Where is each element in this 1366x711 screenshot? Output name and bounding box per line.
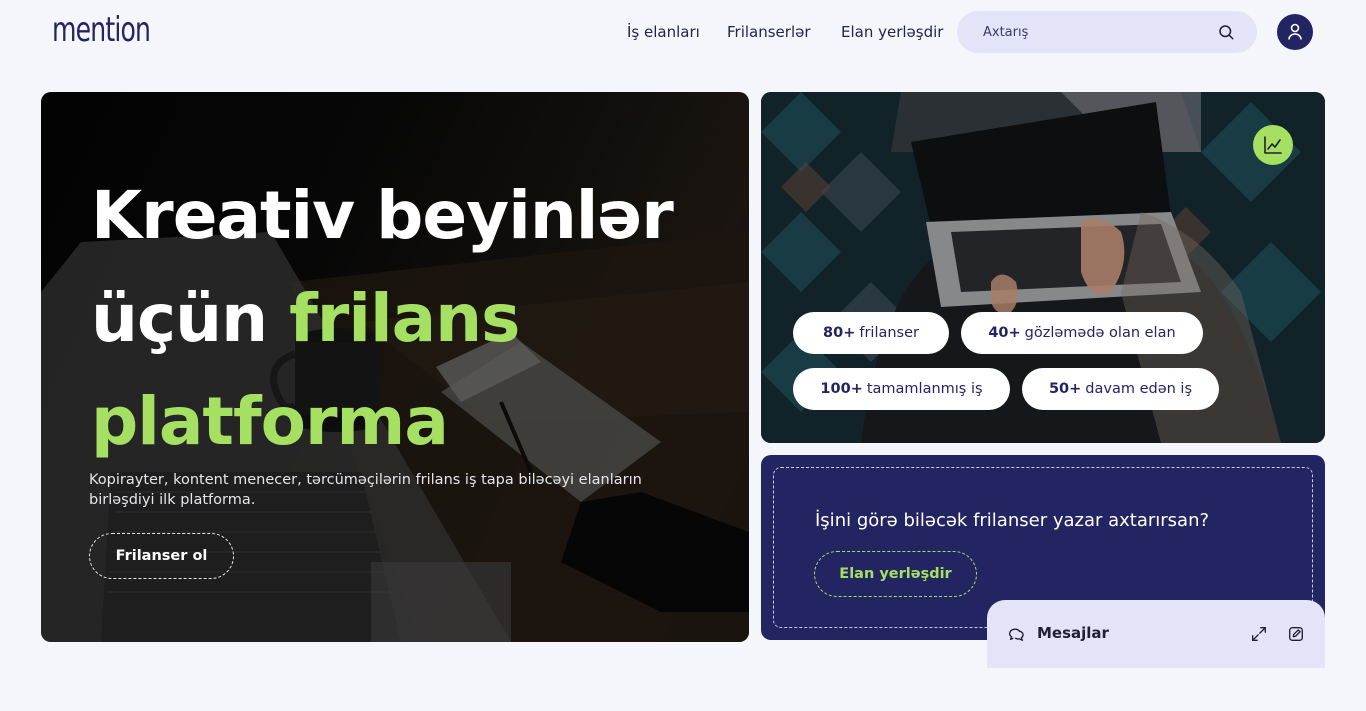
hero-banner: Kreativ beyinlər üçün frilans platforma … <box>41 92 749 642</box>
search-bar <box>957 11 1257 53</box>
stat-label: tamamlanmış iş <box>866 381 983 397</box>
stat-pill: 40+ gözləmədə olan elan <box>961 312 1203 354</box>
stat-value: 50+ <box>1048 381 1082 397</box>
become-freelancer-button[interactable]: Frilanser ol <box>89 533 234 579</box>
compose-icon[interactable] <box>1287 625 1305 643</box>
post-job-button[interactable]: Elan yerləşdir <box>814 551 977 597</box>
messages-title: Mesajlar <box>1037 624 1109 642</box>
hero-title-line-3: platforma <box>91 383 449 460</box>
stats-card: 80+ frilanser 40+ gözləmədə olan elan 100+… <box>761 92 1325 443</box>
nav-item-post-job[interactable]: Elan yerləşdir <box>841 23 943 41</box>
cta-text: İşini görə biləcək frilanser yazar axtar… <box>815 510 1210 531</box>
hero-description: Kopirayter, kontent menecer, tərcüməçilə… <box>89 472 642 508</box>
hero-title-plain: üçün <box>91 280 290 357</box>
hero-title: Kreativ beyinlər üçün frilans platforma <box>91 164 691 473</box>
line-chart-icon <box>1264 136 1282 154</box>
stat-value: 100+ <box>820 381 863 397</box>
chat-icon <box>1008 628 1024 641</box>
search-icon[interactable] <box>1217 23 1235 41</box>
user-icon <box>1288 23 1302 40</box>
stat-value: 80+ <box>823 325 856 341</box>
user-avatar-button[interactable] <box>1277 14 1313 50</box>
hero-title-line-1: Kreativ beyinlər <box>91 177 674 254</box>
stat-value: 40+ <box>988 325 1021 341</box>
messages-panel[interactable]: Mesajlar <box>987 600 1325 668</box>
nav-item-jobs[interactable]: İş elanları <box>627 23 700 41</box>
logo[interactable]: mention <box>52 10 151 50</box>
search-input[interactable] <box>983 11 1203 53</box>
hero-title-accent: frilans <box>289 280 520 357</box>
nav-item-freelancers[interactable]: Frilanserlər <box>727 23 811 41</box>
hero-title-line-2: üçün frilans <box>91 267 691 370</box>
stat-label: davam edən iş <box>1085 381 1193 397</box>
stat-label: gözləmədə olan elan <box>1024 325 1176 341</box>
expand-icon[interactable] <box>1250 625 1268 643</box>
stat-pill: 50+ davam edən iş <box>1022 368 1219 410</box>
chart-badge <box>1253 125 1293 165</box>
stat-pill: 100+ tamamlanmış iş <box>793 368 1010 410</box>
stat-pill: 80+ frilanser <box>793 312 949 354</box>
stat-label: frilanser <box>859 325 919 341</box>
